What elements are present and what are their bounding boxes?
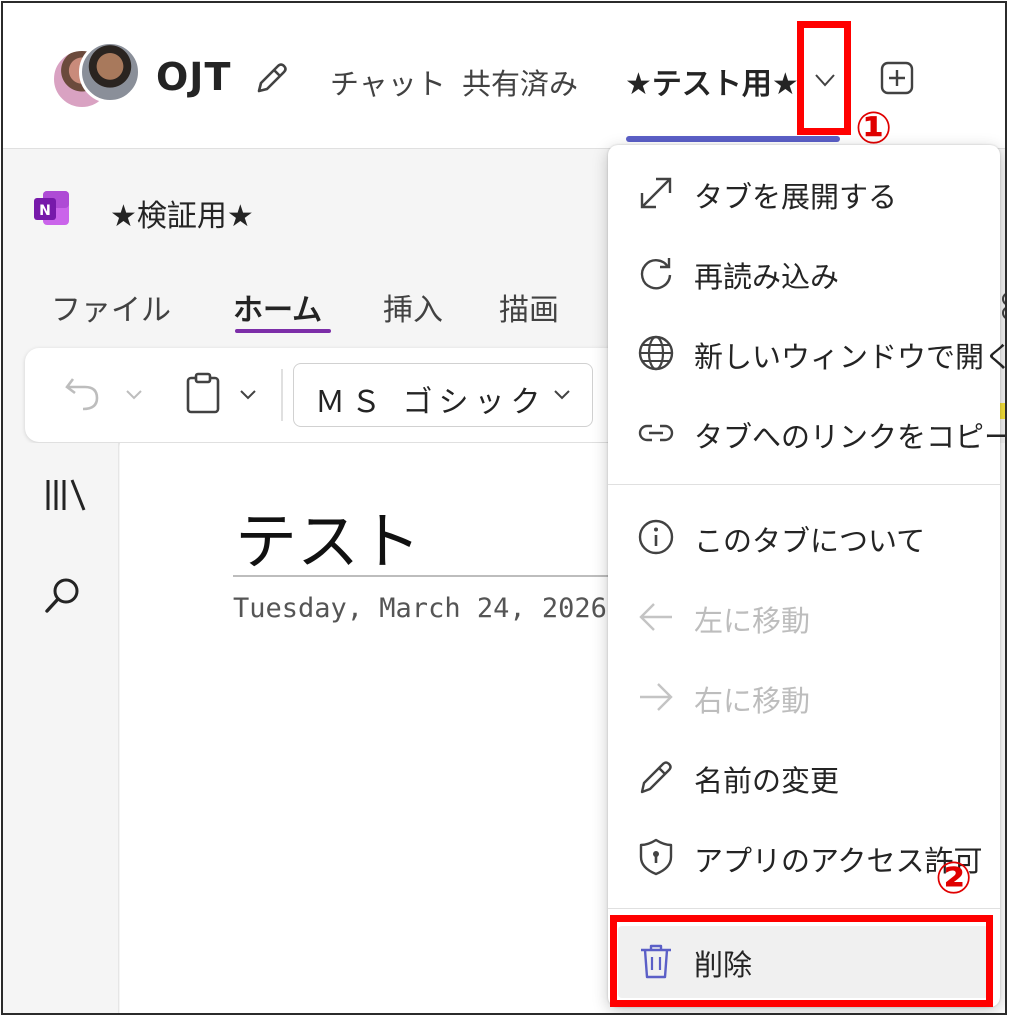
font-dropdown-icon[interactable] — [551, 383, 573, 405]
pencil-icon — [640, 761, 672, 794]
menu-divider — [608, 908, 1000, 909]
menu-item-label: タブへのリンクをコピー — [694, 420, 1007, 454]
highlight-box-step2 — [610, 915, 993, 1007]
avatar — [79, 41, 141, 103]
info-icon — [638, 519, 674, 555]
menu-item-label: このタブについて — [694, 524, 926, 558]
menu-item-expand-tab[interactable]: タブを展開する — [608, 158, 1000, 230]
menu-item-move-right: 右に移動 — [608, 662, 1000, 734]
tab-shared[interactable]: 共有済み — [462, 61, 578, 103]
menu-item-open-new-window[interactable]: 新しいウィンドウで開く — [608, 318, 1005, 390]
notebook-title: ★検証用★ — [110, 199, 254, 234]
paste-dropdown-icon[interactable] — [237, 383, 259, 405]
menu-divider — [608, 484, 1000, 485]
active-ribbon-indicator — [235, 329, 331, 333]
ribbon-tab-home[interactable]: ホーム — [233, 285, 322, 329]
clipboard-icon[interactable] — [183, 371, 223, 415]
ribbon-tab-draw[interactable]: 描画 — [499, 285, 559, 329]
search-icon[interactable] — [43, 575, 83, 615]
undo-dropdown-icon[interactable] — [123, 383, 145, 405]
globe-icon — [638, 335, 674, 371]
window-frame: OJT チャット 共有済み ★テスト用★ N ★検証用★ ファイル ホーム 挿入… — [1, 1, 1007, 1015]
arrow-left-icon — [639, 603, 672, 631]
menu-item-reload[interactable]: 再読み込み — [608, 238, 1000, 310]
ribbon-tab-file[interactable]: ファイル — [51, 285, 171, 329]
ribbon-tab-insert[interactable]: 挿入 — [383, 285, 443, 329]
onenote-icon: N — [34, 191, 69, 225]
add-tab-icon[interactable] — [880, 61, 914, 95]
page-title[interactable]: テスト — [235, 491, 421, 581]
svg-text:N: N — [39, 203, 51, 219]
shield-icon — [639, 838, 673, 876]
menu-item-move-left: 左に移動 — [608, 582, 1000, 654]
menu-item-label: 左に移動 — [694, 604, 811, 638]
menu-item-rename[interactable]: 名前の変更 — [608, 742, 1000, 814]
menu-item-copy-link[interactable]: タブへのリンクをコピー — [608, 398, 1005, 470]
tab-test[interactable]: ★テスト用★ — [625, 59, 799, 103]
menu-item-label: 新しいウィンドウで開く — [694, 340, 1007, 374]
undo-icon[interactable] — [61, 371, 105, 415]
expand-icon — [640, 177, 672, 209]
page-date: Tuesday, March 24, 2026 — [233, 593, 607, 624]
step-2-marker: ② — [935, 853, 973, 904]
notebooks-icon[interactable] — [45, 477, 89, 513]
font-name: ＭＳ ゴシック — [315, 385, 547, 420]
refresh-icon — [640, 258, 672, 290]
menu-item-label: 名前の変更 — [694, 764, 840, 798]
team-name: OJT — [156, 55, 232, 99]
team-avatar[interactable] — [51, 41, 141, 117]
menu-item-label: 再読み込み — [694, 260, 840, 294]
navigation-rail — [3, 443, 119, 1013]
title-underline — [233, 575, 613, 577]
menu-item-about-tab[interactable]: このタブについて — [608, 502, 1000, 574]
highlight-box-step1 — [797, 21, 851, 135]
edit-name-icon[interactable] — [251, 59, 291, 99]
menu-item-label: タブを展開する — [694, 180, 898, 214]
ribbon-divider — [281, 369, 283, 421]
tab-chat[interactable]: チャット — [330, 61, 446, 103]
link-icon — [638, 424, 674, 442]
active-tab-indicator — [626, 136, 840, 142]
menu-item-label: 右に移動 — [694, 684, 811, 718]
arrow-right-icon — [640, 683, 673, 711]
